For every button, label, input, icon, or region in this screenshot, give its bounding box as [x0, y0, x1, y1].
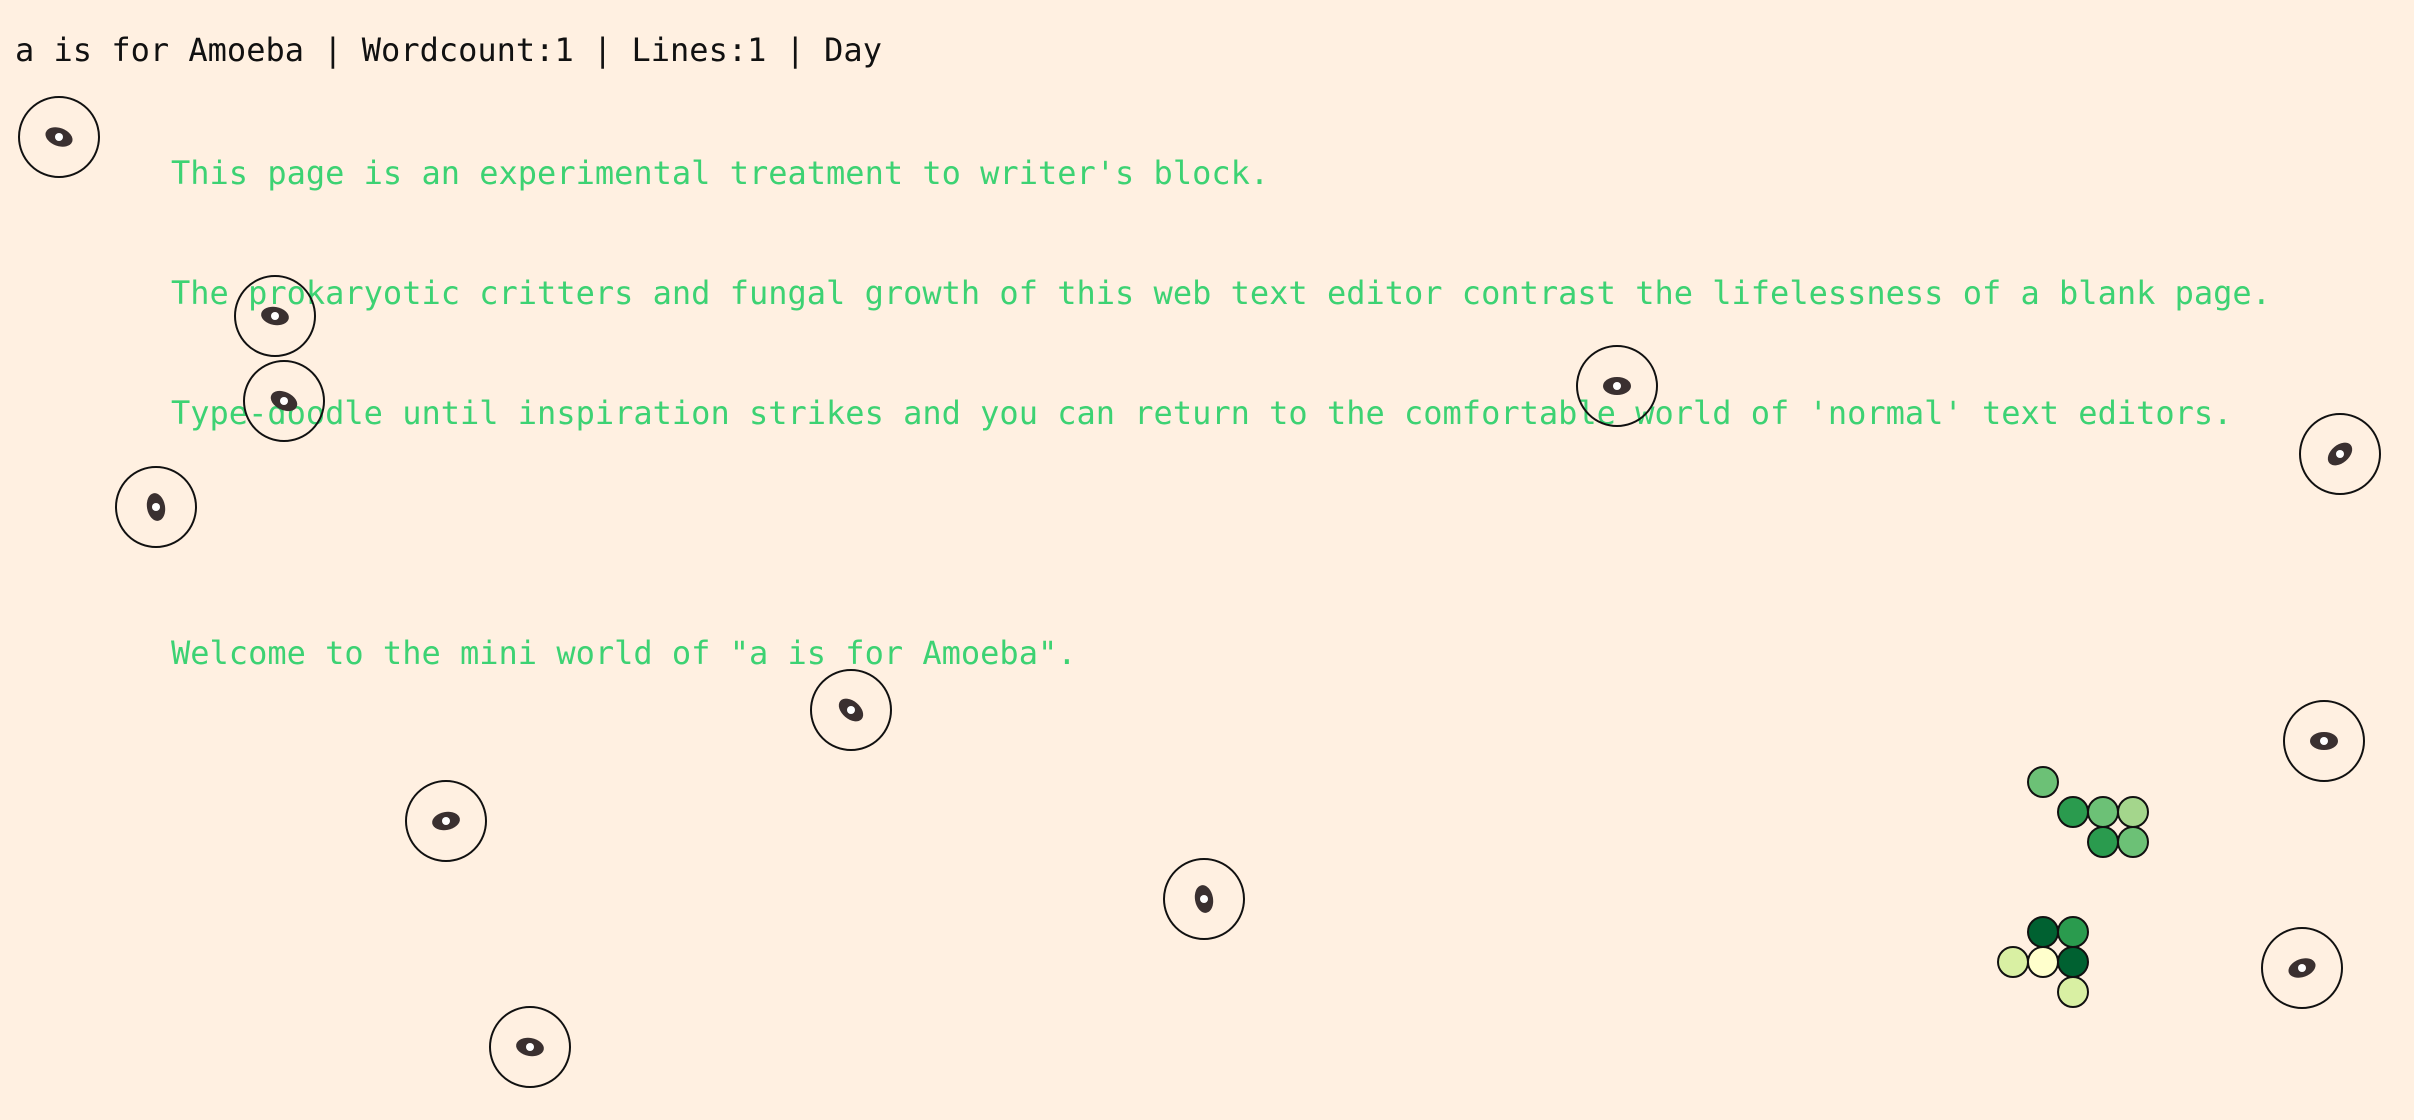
amoeba-membrane [2283, 700, 2365, 782]
amoeba-icon [489, 1006, 571, 1088]
status-separator: | [592, 31, 613, 69]
editor-text-area[interactable]: This page is an experimental treatment t… [171, 73, 2271, 753]
amoeba-icon [2299, 413, 2381, 495]
amoeba-membrane [405, 780, 487, 862]
fungus-spore-icon [2057, 946, 2089, 978]
amoeba-membrane [18, 96, 100, 178]
amoeba-nucleolus [442, 817, 450, 825]
editor-canvas[interactable]: a is for Amoeba | Wordcount:1 | Lines:1 … [0, 0, 2414, 1120]
fungus-spore-icon [2087, 796, 2119, 828]
amoeba-nucleus [2310, 732, 2338, 750]
lines-readout: Lines:1 [631, 31, 767, 69]
fungus-spore-icon [2057, 916, 2089, 948]
amoeba-nucleolus [526, 1043, 534, 1051]
amoeba-nucleus [516, 1037, 544, 1057]
intro-line: This page is an experimental treatment t… [171, 154, 1270, 192]
fungus-spore-icon [2057, 796, 2089, 828]
status-separator: | [323, 31, 343, 69]
fungus-spore-icon [2117, 796, 2149, 828]
amoeba-nucleolus [55, 133, 63, 141]
day-night-mode-toggle[interactable]: Day [824, 31, 882, 69]
amoeba-nucleus [2327, 442, 2353, 466]
amoeba-nucleolus [1200, 895, 1208, 903]
wordcount-readout: Wordcount:1 [361, 31, 574, 69]
fungus-spore-icon [2027, 946, 2059, 978]
app-title: a is for Amoeba [15, 31, 304, 69]
intro-line [171, 513, 2271, 553]
amoeba-nucleus [45, 127, 73, 147]
amoeba-nucleus [1194, 885, 1214, 913]
fungus-spore-icon [2027, 766, 2059, 798]
intro-line: Welcome to the mini world of "a is for A… [171, 634, 1077, 672]
intro-line: Type-doodle until inspiration strikes an… [171, 394, 2233, 432]
amoeba-membrane [489, 1006, 571, 1088]
amoeba-nucleolus [2298, 964, 2306, 972]
fungus-spore-icon [2057, 976, 2089, 1008]
amoeba-icon [1163, 858, 1245, 940]
amoeba-membrane [2261, 927, 2343, 1009]
amoeba-nucleus [432, 811, 460, 831]
fungus-spore-icon [1997, 946, 2029, 978]
amoeba-nucleolus [152, 503, 160, 511]
fungus-spore-icon [2027, 916, 2059, 948]
intro-line: The prokaryotic critters and fungal grow… [171, 274, 2271, 312]
amoeba-nucleolus [2320, 737, 2328, 745]
amoeba-membrane [2299, 413, 2381, 495]
fungus-spore-icon [2087, 826, 2119, 858]
amoeba-icon [2283, 700, 2365, 782]
amoeba-icon [18, 96, 100, 178]
status-bar: a is for Amoeba | Wordcount:1 | Lines:1 … [15, 30, 882, 70]
amoeba-icon [2261, 927, 2343, 1009]
amoeba-nucleus [146, 493, 166, 521]
amoeba-membrane [1163, 858, 1245, 940]
amoeba-nucleolus [2336, 450, 2344, 458]
fungus-spore-icon [2117, 826, 2149, 858]
status-separator: | [785, 31, 805, 69]
amoeba-nucleus [2288, 958, 2316, 978]
amoeba-icon [405, 780, 487, 862]
